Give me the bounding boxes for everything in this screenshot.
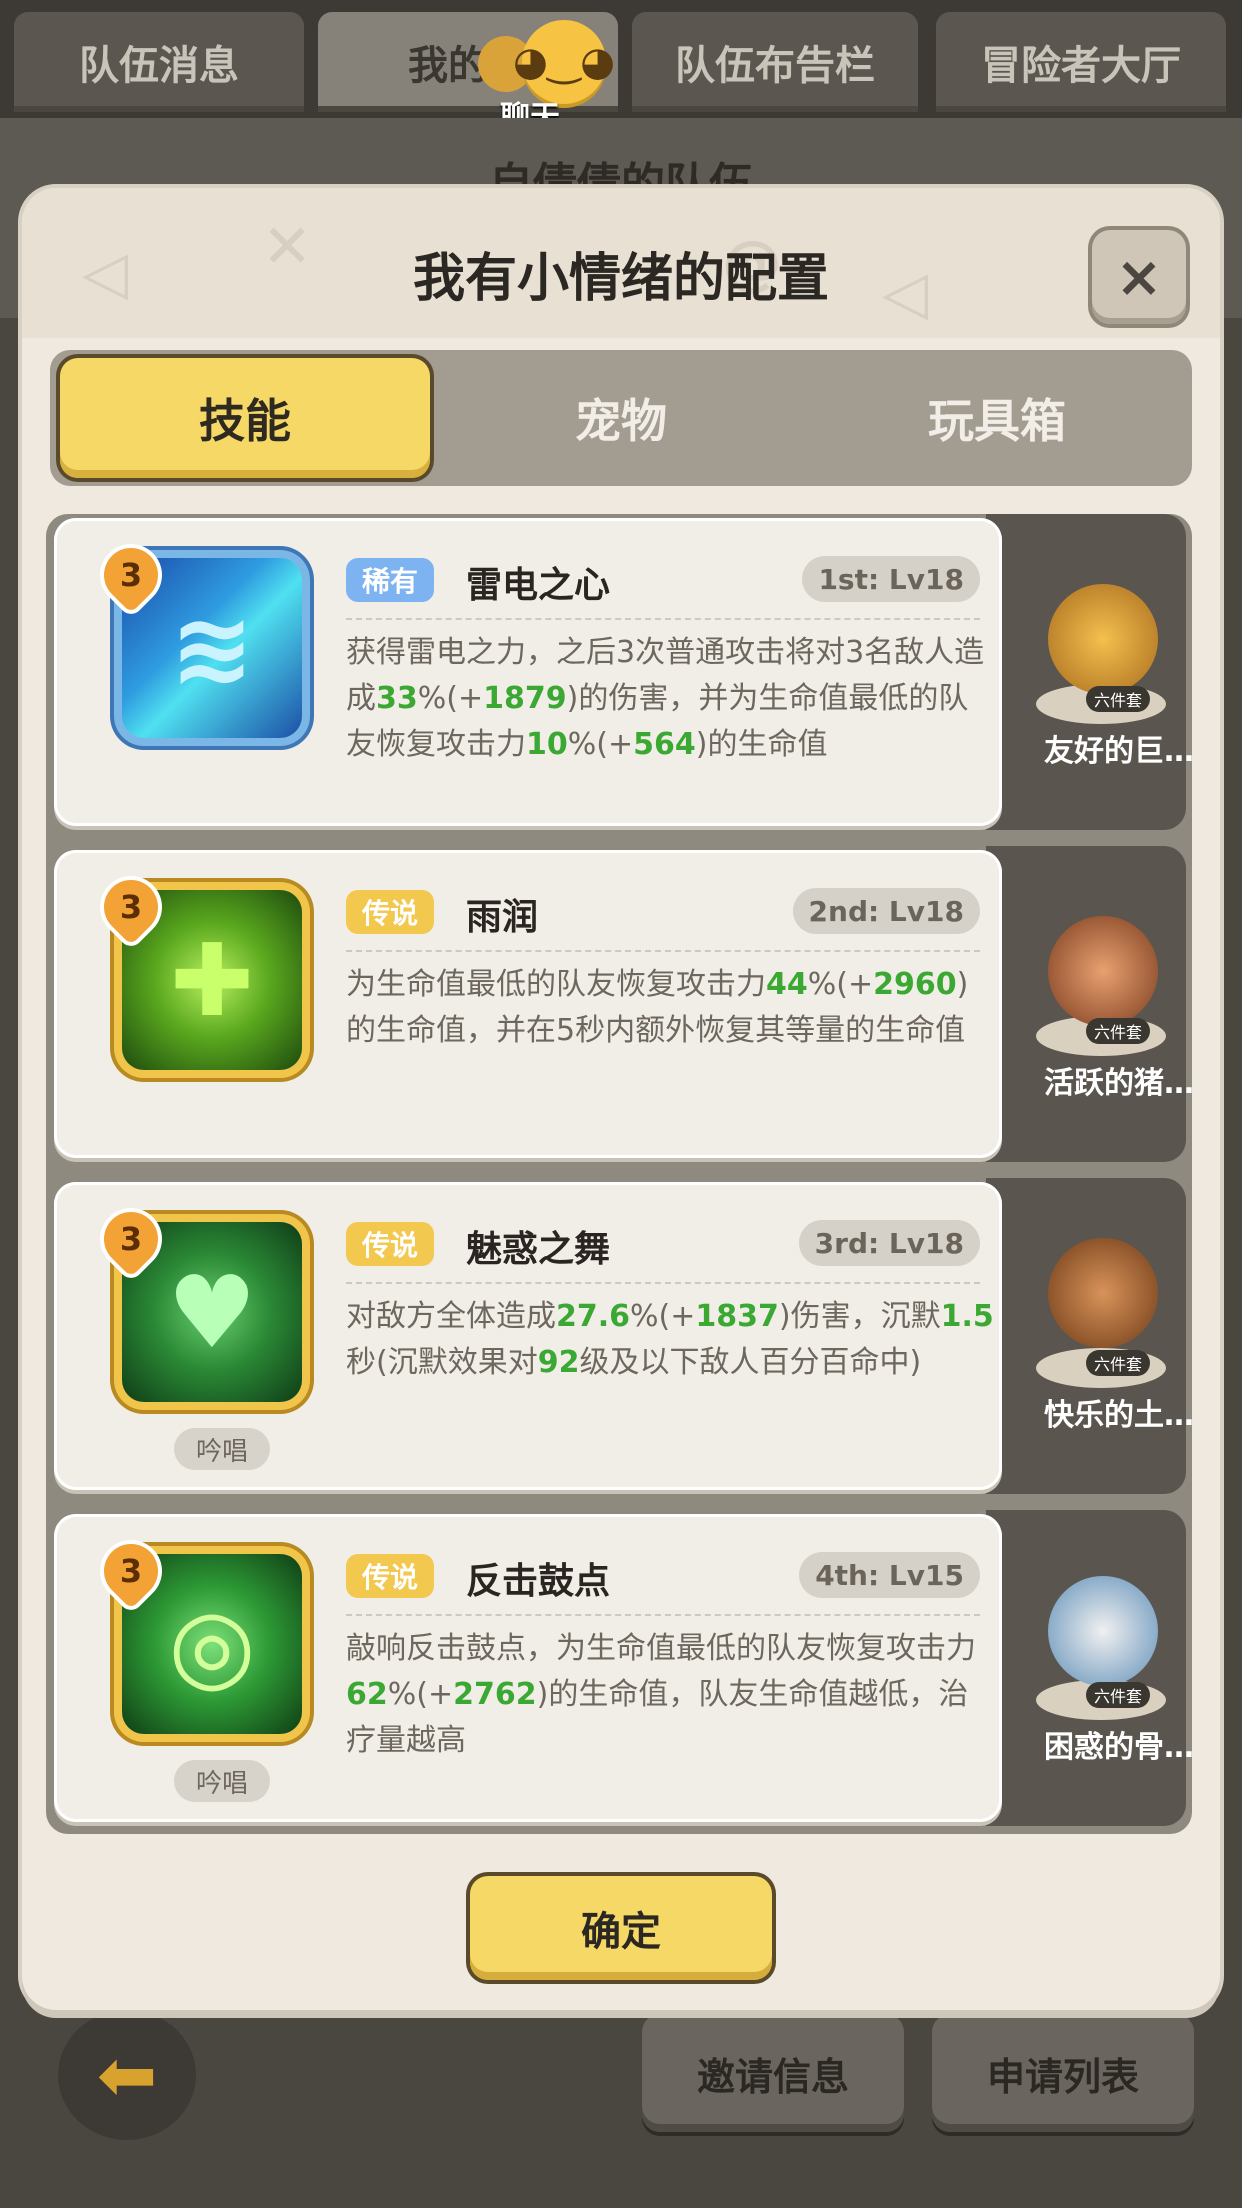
rarity-badge: 传说 [346, 1222, 435, 1266]
pet-name: 友好的巨… [1044, 734, 1194, 769]
skill-slot-level: 4th: Lv15 [799, 1552, 980, 1598]
confirm-button[interactable]: 确定 [470, 1876, 772, 1980]
rarity-badge: 传说 [346, 890, 435, 934]
top-tab-bar: 队伍消息 我的队 队伍布告栏 冒险者大厅 [0, 0, 1242, 120]
skill-level: 3 [119, 1220, 143, 1258]
chant-badge: 吟唱 [174, 1428, 270, 1470]
skill-description: 对敌方全体造成27.6%(+1837)伤害，沉默1.5秒(沉默效果对92级及以下… [346, 1299, 994, 1380]
config-dialog: ◁ ✕ @ ◁ 我有小情绪的配置 × 技能 宠物 玩具箱 六件套 友好的巨… ≋… [22, 188, 1220, 2010]
skill-row[interactable]: 六件套 活跃的猪… ✚ 3 传说 雨润 2nd: Lv18 为生命值最低的队友恢… [46, 846, 1194, 1162]
pet-figure-icon [1048, 584, 1158, 694]
pet-set-badge: 六件套 [1086, 1350, 1150, 1376]
rarity-badge: 传说 [346, 1554, 435, 1598]
pet-figure-icon [1048, 916, 1158, 1026]
skill-name: 雨润 [466, 897, 539, 938]
pet-set-badge: 六件套 [1086, 1682, 1150, 1708]
skill-card[interactable]: ♥ 3 吟唱 传说 魅惑之舞 3rd: Lv18 对敌方全体造成27.6%(+1… [54, 1182, 1002, 1490]
pet-figure-icon [1048, 1238, 1158, 1348]
divider [346, 618, 980, 620]
skill-card[interactable]: ✚ 3 传说 雨润 2nd: Lv18 为生命值最低的队友恢复攻击力44%(+2… [54, 850, 1002, 1158]
skill-description: 获得雷电之力，之后3次普通攻击将对3名敌人造成33%(+1879)的伤害，并为生… [346, 635, 985, 762]
skill-description: 为生命值最低的队友恢复攻击力44%(+2960)的生命值，并在5秒内额外恢复其等… [346, 967, 969, 1048]
dialog-title: 我有小情绪的配置 [412, 249, 829, 309]
skill-row[interactable]: 六件套 友好的巨… ≋ 3 稀有 雷电之心 1st: Lv18 获得雷电之力，之… [46, 514, 1194, 830]
chant-badge: 吟唱 [174, 1760, 270, 1802]
back-button[interactable]: ⬅ [58, 2010, 196, 2140]
skill-description: 敲响反击鼓点，为生命值最低的队友恢复攻击力62%(+2762)的生命值，队友生命… [346, 1631, 976, 1758]
divider [346, 1282, 980, 1284]
arrow-left-icon: ⬅ [96, 2033, 158, 2117]
skill-list: 六件套 友好的巨… ≋ 3 稀有 雷电之心 1st: Lv18 获得雷电之力，之… [46, 514, 1194, 1834]
skill-name: 反击鼓点 [466, 1561, 611, 1602]
divider [346, 950, 980, 952]
pet-name: 困惑的骨… [1044, 1730, 1194, 1765]
divider [346, 1614, 980, 1616]
skill-row[interactable]: 六件套 快乐的土… ♥ 3 吟唱 传说 魅惑之舞 3rd: Lv18 对敌方全体… [46, 1178, 1194, 1494]
tab-team-board[interactable]: 队伍布告栏 [632, 12, 918, 112]
tab-team-messages[interactable]: 队伍消息 [14, 12, 304, 112]
pet-name: 活跃的猪… [1044, 1066, 1194, 1101]
skill-name: 魅惑之舞 [466, 1229, 611, 1270]
tab-skills[interactable]: 技能 [60, 358, 430, 478]
tab-adventurer-hall[interactable]: 冒险者大厅 [936, 12, 1226, 112]
skill-slot-level: 3rd: Lv18 [798, 1220, 980, 1266]
tab-pets[interactable]: 宠物 [436, 358, 806, 478]
pet-name: 快乐的土… [1044, 1398, 1194, 1433]
skill-level: 3 [119, 1552, 143, 1590]
skill-level: 3 [119, 888, 143, 926]
invite-info-button[interactable]: 邀请信息 [642, 2014, 904, 2132]
pet-set-badge: 六件套 [1086, 686, 1150, 712]
tab-toybox[interactable]: 玩具箱 [812, 358, 1182, 478]
skill-card[interactable]: ≋ 3 稀有 雷电之心 1st: Lv18 获得雷电之力，之后3次普通攻击将对3… [54, 518, 1002, 826]
skill-card[interactable]: ◎ 3 吟唱 传说 反击鼓点 4th: Lv15 敲响反击鼓点，为生命值最低的队… [54, 1514, 1002, 1822]
rarity-badge: 稀有 [346, 558, 435, 602]
close-button[interactable]: × [1092, 230, 1186, 324]
pet-set-badge: 六件套 [1086, 1018, 1150, 1044]
config-tabs: 技能 宠物 玩具箱 [50, 350, 1192, 486]
pet-figure-icon [1048, 1576, 1158, 1686]
skill-slot-level: 2nd: Lv18 [792, 888, 980, 934]
skill-slot-level: 1st: Lv18 [802, 556, 980, 602]
close-icon: × [1115, 244, 1163, 310]
skill-row[interactable]: 六件套 困惑的骨… ◎ 3 吟唱 传说 反击鼓点 4th: Lv15 敲响反击鼓… [46, 1510, 1194, 1826]
skill-level: 3 [119, 556, 143, 594]
skill-name: 雷电之心 [466, 565, 611, 606]
apply-list-button[interactable]: 申请列表 [932, 2014, 1194, 2132]
